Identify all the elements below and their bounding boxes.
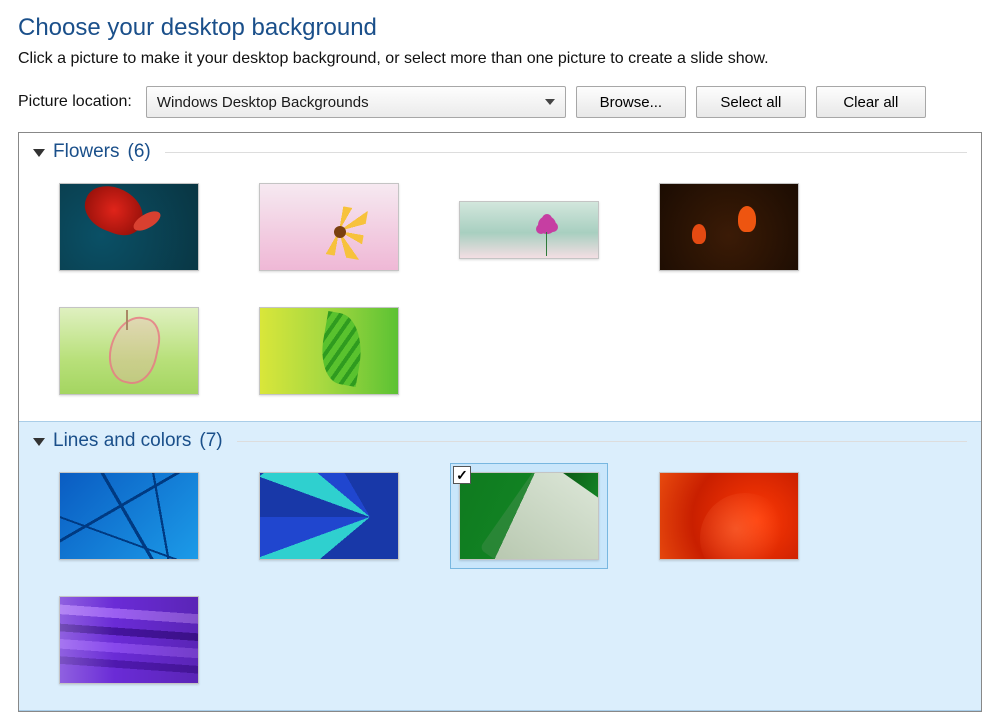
clear-all-button[interactable]: Clear all <box>816 86 926 118</box>
wallpaper-lines-balloon[interactable] <box>251 464 407 568</box>
select-all-button[interactable]: Select all <box>696 86 806 118</box>
wallpaper-thumbnail <box>259 183 399 271</box>
collapse-triangle-icon <box>33 438 45 446</box>
group-name: Flowers <box>53 141 120 163</box>
wallpaper-thumbnail <box>59 307 199 395</box>
thumbnail-grid: ✓ <box>33 456 967 696</box>
picture-location-label: Picture location: <box>18 93 132 111</box>
wallpaper-thumbnail <box>259 307 399 395</box>
group-lines-and-colors: Lines and colors (7) ✓ <box>19 421 981 711</box>
wallpaper-flower-orange-dark[interactable] <box>651 175 807 279</box>
page-subtitle: Click a picture to make it your desktop … <box>18 50 982 68</box>
wallpaper-thumbnail <box>59 596 199 684</box>
wallpaper-thumbnail <box>259 472 399 560</box>
wallpaper-lines-orange[interactable] <box>651 464 807 568</box>
thumbnail-grid <box>33 167 967 407</box>
checkmark-icon[interactable]: ✓ <box>453 466 471 484</box>
wallpaper-flower-pink-green[interactable] <box>51 299 207 403</box>
wallpaper-thumbnail <box>659 183 799 271</box>
control-row: Picture location: Windows Desktop Backgr… <box>18 86 982 118</box>
chevron-down-icon <box>545 99 555 105</box>
wallpaper-flower-yellow-pink[interactable] <box>251 175 407 279</box>
group-header[interactable]: Lines and colors (7) <box>33 430 967 452</box>
divider <box>165 152 967 153</box>
wallpaper-lines-green[interactable]: ✓ <box>451 464 607 568</box>
wallpaper-lines-blue[interactable] <box>51 464 207 568</box>
page-title: Choose your desktop background <box>18 14 982 42</box>
group-count: (6) <box>128 141 151 163</box>
browse-button[interactable]: Browse... <box>576 86 686 118</box>
group-count: (7) <box>199 430 222 452</box>
wallpaper-thumbnail <box>59 472 199 560</box>
wallpaper-thumbnail <box>459 472 599 560</box>
wallpaper-lines-purple[interactable] <box>51 588 207 692</box>
picture-location-value: Windows Desktop Backgrounds <box>157 94 369 111</box>
wallpaper-thumbnail <box>459 201 599 259</box>
collapse-triangle-icon <box>33 149 45 157</box>
wallpaper-flower-red-teal[interactable] <box>51 175 207 279</box>
group-flowers: Flowers (6) <box>19 133 981 421</box>
wallpaper-flower-fern-green[interactable] <box>251 299 407 403</box>
wallpaper-thumbnail <box>59 183 199 271</box>
wallpaper-thumbnail <box>659 472 799 560</box>
wallpaper-flower-pink-small[interactable] <box>451 175 607 279</box>
group-header[interactable]: Flowers (6) <box>33 141 967 163</box>
divider <box>237 441 967 442</box>
group-name: Lines and colors <box>53 430 191 452</box>
picture-location-dropdown[interactable]: Windows Desktop Backgrounds <box>146 86 566 118</box>
wallpaper-gallery: Flowers (6) Lines and colors (7) ✓ <box>18 132 982 712</box>
